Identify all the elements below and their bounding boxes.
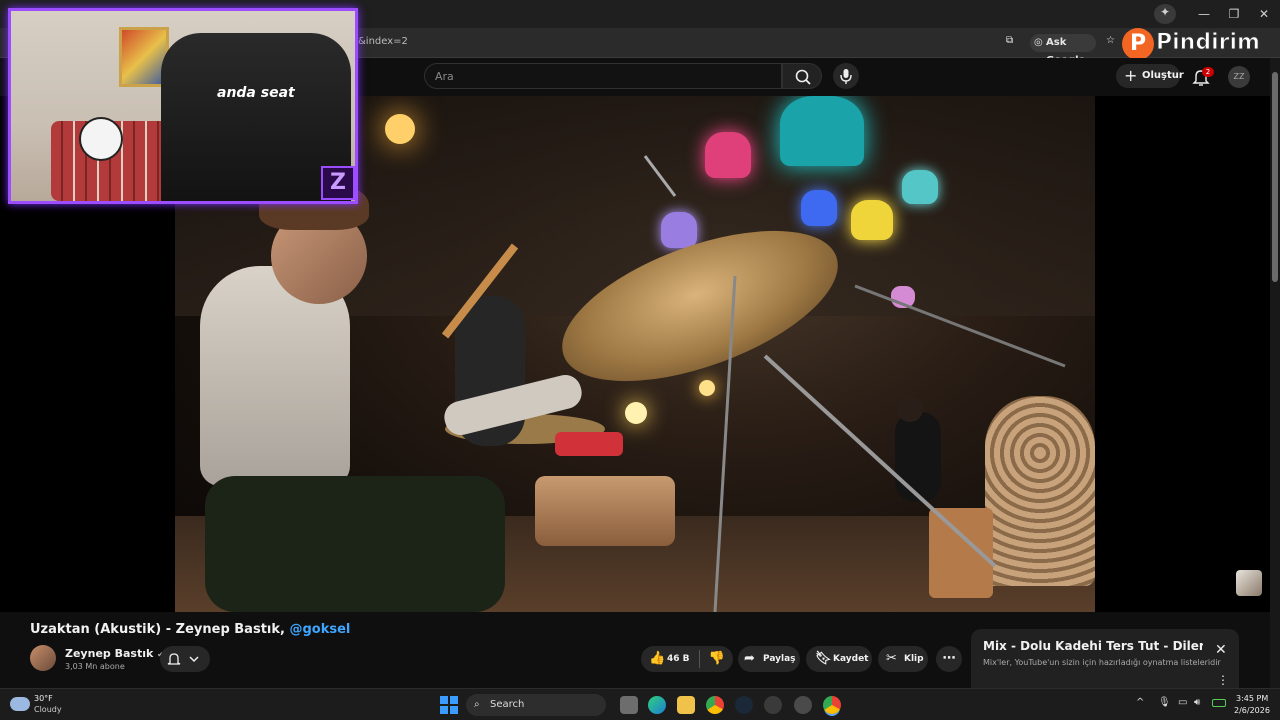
copilot-icon[interactable]: ✦	[1154, 4, 1176, 24]
tray-mic-icon[interactable]: 🎙︎	[1158, 697, 1171, 708]
taskbar-search-label: Search	[490, 699, 525, 710]
save-label: Kaydet	[833, 654, 869, 664]
app-icon[interactable]	[794, 696, 812, 714]
mention-link[interactable]: @goksel	[289, 622, 350, 637]
mix-title[interactable]: Mix - Dolu Kadehi Ters Tut - Dilerim...	[983, 639, 1203, 653]
notification-badge: 2	[1202, 67, 1214, 77]
task-view-icon[interactable]	[620, 696, 638, 714]
battery-icon[interactable]	[1212, 699, 1226, 707]
bell-dropdown-icon	[167, 653, 199, 665]
plush-toy	[79, 117, 123, 161]
network-icon[interactable]: ▭	[1178, 697, 1187, 708]
cloud-icon[interactable]	[10, 697, 30, 711]
close-mix-icon[interactable]: ✕	[1215, 642, 1227, 658]
pindirim-watermark: P Pindirim	[1122, 28, 1272, 60]
tray-chevron-icon[interactable]: ^	[1136, 697, 1144, 708]
pindirim-text: Pindirim	[1156, 30, 1261, 56]
search-input[interactable]: Ara	[424, 63, 782, 89]
video-title-text: Uzaktan (Akustik) - Zeynep Bastık,	[30, 622, 285, 637]
maximize-button[interactable]: ❐	[1220, 6, 1248, 22]
clock-date[interactable]: 2/6/2026	[1234, 706, 1270, 715]
taskbar-search-icon: ⌕	[474, 699, 480, 710]
thumbs-up-icon: 👍	[649, 651, 666, 666]
share-label: Paylaş	[763, 654, 796, 664]
windows-taskbar: 30°F Cloudy ⌕ Search ^ 🎙︎ ▭ 🔊︎ 3:45 PM 2…	[0, 688, 1280, 720]
file-explorer-icon[interactable]	[677, 696, 695, 714]
channel-name-text: Zeynep Bastık	[65, 647, 154, 660]
obs-icon[interactable]	[764, 696, 782, 714]
dislike-button[interactable]: 👎	[703, 646, 731, 672]
minimize-button[interactable]: —	[1190, 6, 1218, 22]
create-label: Oluştur	[1142, 70, 1184, 81]
scrollbar-thumb[interactable]	[1272, 72, 1278, 282]
volume-icon[interactable]: 🔊︎	[1194, 697, 1200, 708]
mix-more-icon[interactable]: ⋮	[1217, 673, 1229, 687]
page-scrollbar[interactable]	[1270, 58, 1280, 688]
google-lens-icon: ◎	[1034, 37, 1043, 48]
cast-icon[interactable]: ⧉	[1006, 35, 1013, 46]
like-count: 46 B	[667, 654, 690, 664]
plus-icon: +	[1124, 66, 1138, 85]
weather-temperature[interactable]: 30°F	[34, 694, 53, 703]
channel-name[interactable]: Zeynep Bastık ✔	[65, 647, 164, 660]
channel-avatar[interactable]	[30, 645, 56, 671]
subscription-bell-button[interactable]	[160, 646, 210, 672]
start-button[interactable]	[440, 696, 458, 714]
mix-subtitle: Mix'ler, YouTube'un sizin için hazırladı…	[983, 658, 1221, 667]
clock-time[interactable]: 3:45 PM	[1236, 694, 1268, 703]
url-text[interactable]: &index=2	[358, 36, 408, 47]
chrome-icon[interactable]	[706, 696, 724, 714]
microphone-icon	[840, 69, 852, 84]
windows-icon	[440, 696, 458, 714]
search-button[interactable]	[782, 63, 822, 89]
pindirim-logo-icon: P	[1122, 28, 1154, 60]
pill-divider	[699, 650, 700, 668]
share-button[interactable]: ➦ Paylaş	[738, 646, 800, 672]
bookmark-star-icon[interactable]: ☆	[1106, 35, 1115, 46]
share-icon: ➦	[744, 651, 755, 666]
search-placeholder: Ara	[435, 70, 454, 83]
mix-playlist-card[interactable]: Mix - Dolu Kadehi Ters Tut - Dilerim... …	[971, 629, 1239, 691]
video-title: Uzaktan (Akustik) - Zeynep Bastık, @goks…	[30, 622, 350, 637]
save-button[interactable]: 🔖︎ Kaydet	[806, 646, 872, 672]
chair-brand-text: anda seat	[217, 85, 295, 101]
scissors-icon: ✂	[886, 651, 897, 666]
subscriber-count: 3,03 Mn abone	[65, 662, 125, 671]
edge-icon[interactable]	[648, 696, 666, 714]
like-button[interactable]: 👍 46 B	[641, 646, 699, 672]
clip-label: Klip	[904, 654, 924, 664]
bookmark-icon: 🔖︎	[815, 651, 832, 666]
clip-button[interactable]: ✂ Klip	[878, 646, 928, 672]
account-avatar[interactable]: ZZ	[1228, 66, 1250, 88]
like-dislike-group: 👍 46 B 👎	[641, 646, 733, 672]
taskbar-search[interactable]: ⌕ Search	[466, 694, 606, 716]
thumbs-down-icon: 👎	[708, 651, 726, 666]
ask-google-button[interactable]: ◎ Ask Google	[1030, 34, 1096, 66]
more-actions-button[interactable]: ⋯	[936, 646, 962, 672]
chrome-active-icon[interactable]	[823, 696, 841, 714]
webcam-overlay: anda seat Z	[8, 8, 358, 204]
close-window-button[interactable]: ✕	[1250, 6, 1278, 22]
search-icon	[795, 69, 811, 85]
watermark-channel-avatar[interactable]	[1236, 570, 1262, 596]
steam-icon[interactable]	[735, 696, 753, 714]
weather-condition[interactable]: Cloudy	[34, 705, 62, 714]
voice-search-button[interactable]	[833, 63, 859, 89]
streamer-logo-icon: Z	[321, 166, 355, 200]
more-horizontal-icon: ⋯	[942, 651, 956, 666]
create-button[interactable]: + Oluştur	[1116, 64, 1184, 88]
